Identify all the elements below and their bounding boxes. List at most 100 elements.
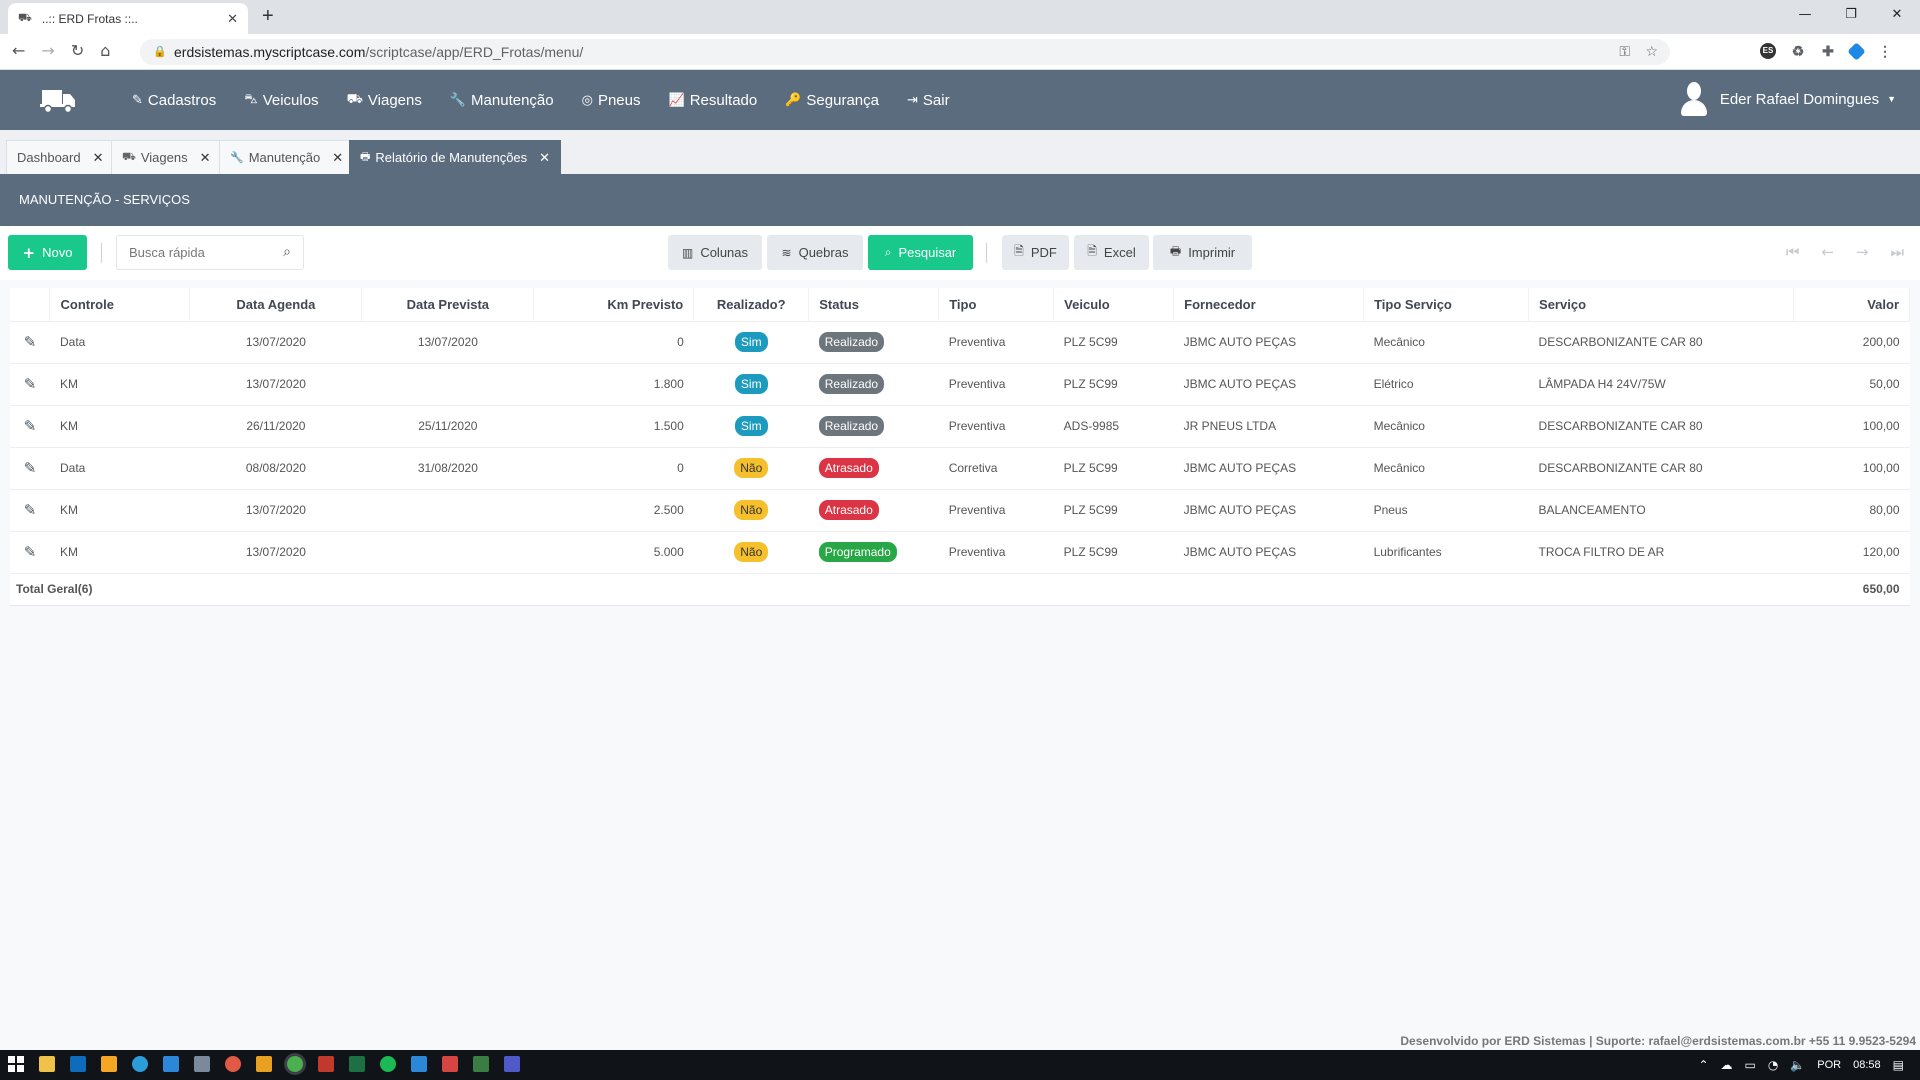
column-header[interactable]: Fornecedor	[1173, 288, 1365, 321]
table-row[interactable]: ✎ KM 26/11/2020 25/11/2020 1.500 Sim Realizado…	[10, 404, 1910, 447]
last-page-icon[interactable]: ⏭	[1890, 243, 1904, 261]
mail-icon[interactable]	[163, 1056, 179, 1072]
app-icon[interactable]	[318, 1056, 334, 1072]
restore-icon[interactable]: ❐	[1828, 0, 1874, 30]
nav-manutencao[interactable]: 🔧 Manutenção	[450, 92, 554, 109]
table-row[interactable]: ✎ Data 13/07/2020 13/07/2020 0 Sim Realizado Pr…	[10, 320, 1910, 363]
close-tab-icon[interactable]: ✕	[227, 11, 238, 27]
column-header[interactable]: Data Prevista	[361, 288, 535, 321]
app-icon[interactable]	[194, 1056, 210, 1072]
nav-cadastros[interactable]: ✎ Cadastros	[132, 92, 216, 109]
edge-icon[interactable]	[132, 1056, 148, 1072]
reload-icon[interactable]: ↻	[71, 41, 84, 60]
column-header[interactable]: Tipo	[938, 288, 1055, 321]
column-header[interactable]: Status	[808, 288, 940, 321]
chrome-icon[interactable]	[287, 1056, 303, 1072]
column-header[interactable]: Valor	[1793, 288, 1911, 321]
close-icon[interactable]: ✕	[200, 150, 211, 166]
windows-start-icon[interactable]	[8, 1056, 24, 1072]
outlook-icon[interactable]	[70, 1056, 86, 1072]
table-row[interactable]: ✎ KM 13/07/2020 1.800 Sim Realizado Preventiva…	[10, 362, 1910, 405]
column-header[interactable]: Serviço	[1528, 288, 1794, 321]
close-icon[interactable]: ✕	[332, 150, 343, 166]
column-header[interactable]: Veiculo	[1053, 288, 1175, 321]
tab-dashboard[interactable]: Dashboard ✕	[6, 140, 115, 174]
clock[interactable]: 08:58	[1853, 1059, 1881, 1071]
teams-icon[interactable]	[504, 1056, 520, 1072]
first-page-icon[interactable]: ⏮	[1786, 243, 1800, 261]
search-button[interactable]: ⌕ Pesquisar	[868, 235, 973, 270]
tab-manutencao[interactable]: 🔧 Manutenção ✕	[219, 140, 355, 174]
column-header[interactable]: Data Agenda	[189, 288, 363, 321]
column-header[interactable]: Km Previsto	[533, 288, 695, 321]
file-explorer-icon[interactable]	[39, 1056, 55, 1072]
language-indicator[interactable]: POR	[1817, 1059, 1841, 1071]
app-icon[interactable]	[256, 1056, 272, 1072]
volume-icon[interactable]: 🔈	[1790, 1058, 1805, 1072]
edit-icon[interactable]: ✎	[24, 333, 37, 351]
home-icon[interactable]: ⌂	[100, 41, 110, 60]
star-icon[interactable]: ☆	[1645, 39, 1658, 65]
table-row[interactable]: ✎ KM 13/07/2020 2.500 Não Atrasado Preventiva P…	[10, 488, 1910, 531]
browser-menu-icon[interactable]: ⋮	[1877, 43, 1893, 59]
app-icon[interactable]	[442, 1056, 458, 1072]
recycle-icon[interactable]: ♻	[1790, 43, 1806, 59]
search-icon[interactable]: ⌕	[283, 244, 291, 260]
pdf-button[interactable]: 🗎 PDF	[1002, 235, 1069, 270]
tab-viagens[interactable]: ⛟ Viagens ✕	[111, 140, 222, 174]
chevron-up-icon[interactable]: ⌃	[1698, 1058, 1708, 1072]
extensions-puzzle-icon[interactable]: ✚	[1820, 43, 1836, 59]
table-row[interactable]: ✎ Data 08/08/2020 31/08/2020 0 Não Atrasado Cor…	[10, 446, 1910, 489]
user-menu[interactable]: Eder Rafael Domingues ▼	[1680, 82, 1896, 116]
spotify-icon[interactable]	[380, 1056, 396, 1072]
previous-page-icon[interactable]: ←	[1821, 243, 1834, 261]
edit-icon[interactable]: ✎	[24, 501, 37, 519]
excel-icon[interactable]	[349, 1056, 365, 1072]
url-field[interactable]: 🔒 erdsistemas.myscriptcase.com/scriptcas…	[140, 39, 1670, 65]
sticky-notes-icon[interactable]	[101, 1056, 117, 1072]
edit-icon[interactable]: ✎	[24, 417, 37, 435]
column-header[interactable]: Tipo Serviço	[1363, 288, 1530, 321]
print-button[interactable]: 🖶 Imprimir	[1153, 235, 1252, 270]
footer-text: Desenvolvido por ERD Sistemas | Suporte:…	[1400, 1034, 1916, 1048]
nav-veiculos[interactable]: ⛍ Veiculos	[244, 92, 318, 109]
close-icon[interactable]: ✕	[93, 150, 104, 166]
tab-relatorio-manutencoes[interactable]: 🖶 Relatório de Manutenções ✕	[349, 140, 562, 174]
column-header[interactable]: Realizado?	[693, 288, 810, 321]
new-button[interactable]: + Novo	[8, 235, 87, 270]
back-icon[interactable]: ←	[12, 41, 25, 60]
nav-sair[interactable]: ⇥ Sair	[907, 92, 950, 109]
columns-button[interactable]: ▥ Colunas	[668, 235, 762, 270]
key-icon[interactable]: ⚿	[1619, 39, 1630, 65]
cloud-icon[interactable]: ☁	[1721, 1058, 1733, 1072]
new-tab-icon[interactable]: +	[262, 5, 274, 28]
extension-es-icon[interactable]: ES	[1760, 43, 1776, 59]
table-row[interactable]: ✎ KM 13/07/2020 5.000 Não Programado Preventiv…	[10, 530, 1910, 573]
app-icon[interactable]	[225, 1056, 241, 1072]
truck-logo-icon[interactable]	[40, 86, 76, 114]
edit-icon[interactable]: ✎	[24, 375, 37, 393]
battery-icon[interactable]: ▭	[1745, 1058, 1756, 1072]
breaks-button[interactable]: ≋ Quebras	[767, 235, 863, 270]
notifications-icon[interactable]: ▤	[1893, 1058, 1904, 1072]
browser-tab[interactable]: ⛟ ..:: ERD Frotas ::.. ✕	[8, 3, 248, 34]
extension-blue-icon[interactable]	[1847, 41, 1866, 61]
edit-icon[interactable]: ✎	[24, 543, 37, 561]
nav-viagens[interactable]: ⛟ Viagens	[347, 92, 422, 109]
quick-search-input[interactable]	[117, 236, 267, 269]
app-icon[interactable]	[473, 1056, 489, 1072]
nav-resultado[interactable]: 📈 Resultado	[669, 92, 758, 109]
close-icon[interactable]: ✕	[539, 150, 550, 166]
edit-icon[interactable]: ✎	[24, 459, 37, 477]
nav-seguranca[interactable]: 🔑 Segurança	[785, 92, 879, 109]
quick-search: ⌕	[116, 235, 304, 270]
wifi-icon[interactable]: ◔	[1768, 1058, 1778, 1072]
next-page-icon[interactable]: →	[1856, 243, 1869, 261]
close-window-icon[interactable]: ✕	[1874, 0, 1920, 30]
excel-button[interactable]: 🗎 Excel	[1074, 235, 1149, 270]
forward-icon[interactable]: →	[41, 41, 54, 60]
nav-pneus[interactable]: ◎ Pneus	[582, 92, 641, 109]
column-header[interactable]: Controle	[49, 288, 191, 321]
app-icon[interactable]	[411, 1056, 427, 1072]
minimize-icon[interactable]: —	[1782, 0, 1828, 30]
